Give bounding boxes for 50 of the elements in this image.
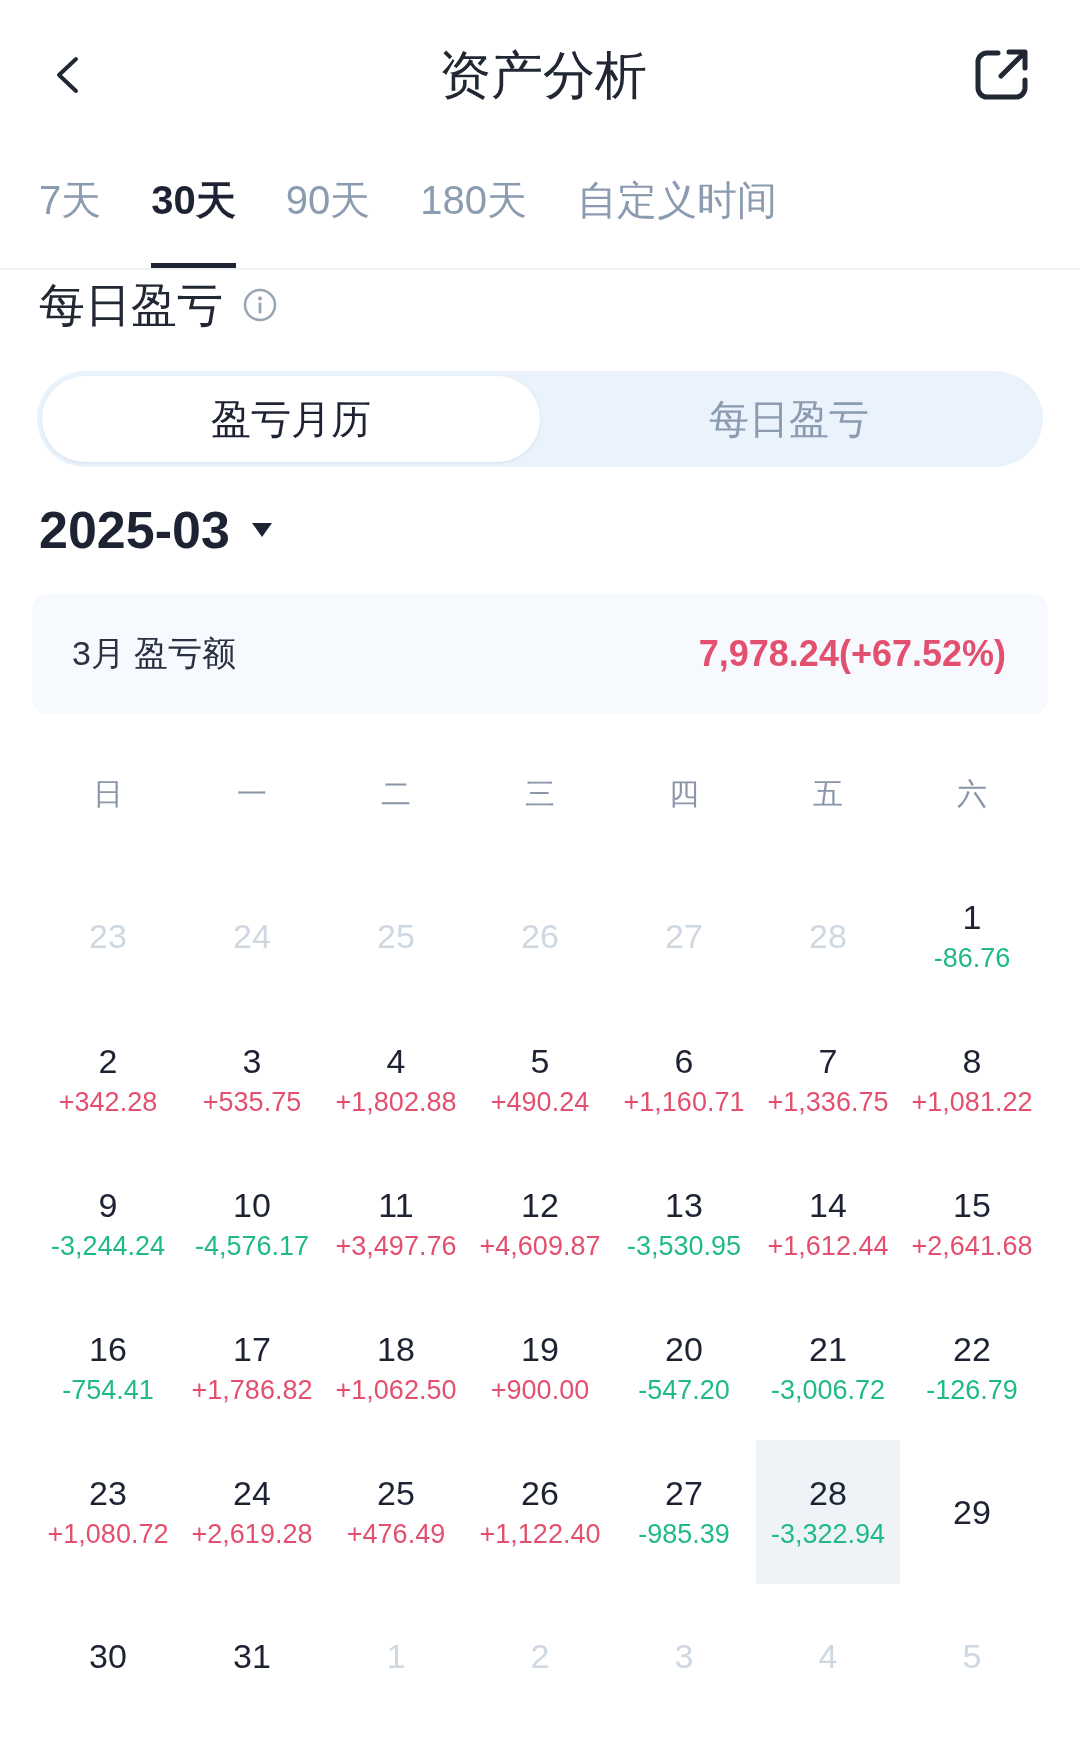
- chevron-left-icon: [55, 56, 79, 94]
- day-cell[interactable]: 26 +1,122.40: [468, 1440, 612, 1584]
- share-icon: [974, 48, 1030, 102]
- day-cell[interactable]: 29: [900, 1440, 1044, 1584]
- day-cell[interactable]: 20 -547.20: [612, 1296, 756, 1440]
- day-cell[interactable]: 13 -3,530.95: [612, 1152, 756, 1296]
- day-cell[interactable]: 7 +1,336.75: [756, 1008, 900, 1152]
- weekday-label: 一: [237, 775, 267, 812]
- weekday-label: 二: [381, 775, 411, 812]
- day-cell[interactable]: 27 -985.39: [612, 1440, 756, 1584]
- segment-tab[interactable]: 盈亏月历: [42, 376, 540, 462]
- weekday-label: 五: [813, 775, 843, 812]
- page-title: 资产分析: [438, 45, 647, 106]
- day-cell[interactable]: 31: [180, 1584, 324, 1728]
- day-cell[interactable]: 25 +476.49: [324, 1440, 468, 1584]
- day-cell[interactable]: 9 -3,244.24: [36, 1152, 180, 1296]
- day-cell[interactable]: 6 +1,160.71: [612, 1008, 756, 1152]
- day-cell[interactable]: 19 +900.00: [468, 1296, 612, 1440]
- day-cell[interactable]: 4 +1,802.88: [324, 1008, 468, 1152]
- caret-down-icon: [250, 522, 273, 538]
- section-title: 每日盈亏: [39, 278, 223, 333]
- summary-value: 7,978.24(+67.52%): [698, 633, 1006, 675]
- period-tab[interactable]: 30天: [151, 150, 236, 268]
- day-cell[interactable]: 5 +490.24: [468, 1008, 612, 1152]
- day-cell[interactable]: 15 +2,641.68: [900, 1152, 1044, 1296]
- summary-label: 3月 盈亏额: [72, 633, 237, 674]
- share-button[interactable]: [974, 48, 1030, 102]
- day-cell[interactable]: 22 -126.79: [900, 1296, 1044, 1440]
- day-cell[interactable]: 12 +4,609.87: [468, 1152, 612, 1296]
- weekday-label: 四: [669, 775, 699, 812]
- month-picker[interactable]: 2025-03: [39, 500, 273, 560]
- day-cell[interactable]: 28 -3,322.94: [756, 1440, 900, 1584]
- day-cell[interactable]: 24 +2,619.28: [180, 1440, 324, 1584]
- day-cell[interactable]: 1 -86.76: [900, 864, 1044, 1008]
- day-cell[interactable]: 18 +1,062.50: [324, 1296, 468, 1440]
- day-cell[interactable]: 14 +1,612.44: [756, 1152, 900, 1296]
- day-cell[interactable]: 17 +1,786.82: [180, 1296, 324, 1440]
- day-cell[interactable]: 11 +3,497.76: [324, 1152, 468, 1296]
- weekday-label: 三: [525, 775, 555, 812]
- day-cell[interactable]: 8 +1,081.22: [900, 1008, 1044, 1152]
- day-cell[interactable]: 23 +1,080.72: [36, 1440, 180, 1584]
- day-cell[interactable]: 16 -754.41: [36, 1296, 180, 1440]
- back-button[interactable]: [55, 56, 79, 94]
- day-cell[interactable]: 30: [36, 1584, 180, 1728]
- day-cell[interactable]: 10 -4,576.17: [180, 1152, 324, 1296]
- weekday-label: 六: [957, 775, 987, 812]
- weekday-label: 日: [93, 775, 123, 812]
- day-cell[interactable]: 21 -3,006.72: [756, 1296, 900, 1440]
- day-cell[interactable]: 2 +342.28: [36, 1008, 180, 1152]
- day-cell[interactable]: 3 +535.75: [180, 1008, 324, 1152]
